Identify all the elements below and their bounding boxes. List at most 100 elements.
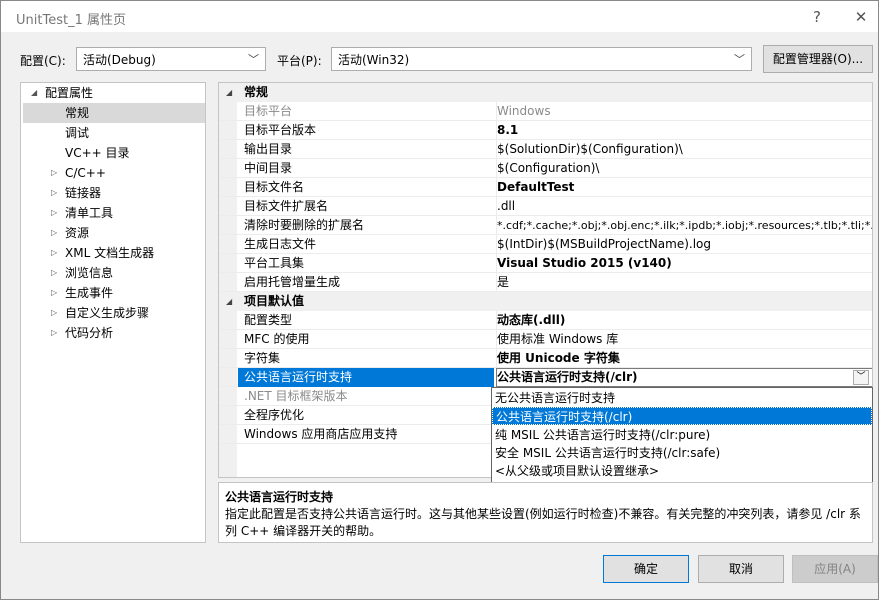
config-select-value: 活动(Debug) xyxy=(83,53,156,67)
apply-button[interactable]: 应用(A) xyxy=(792,555,878,583)
platform-select[interactable]: 活动(Win32) ﹀ xyxy=(331,47,752,71)
dropdown-option-selected[interactable]: 公共语言运行时支持(/clr) xyxy=(492,407,872,425)
property-pages-dialog: UnitTest_1 属性页 ? ✕ 配置(C): 活动(Debug) ﹀ 平台… xyxy=(0,0,879,600)
property-row[interactable]: MFC 的使用 使用标准 Windows 库 xyxy=(219,330,872,349)
property-name: .NET 目标框架版本 xyxy=(244,389,348,403)
collapsed-triangle-icon[interactable]: ▷ xyxy=(51,203,57,223)
collapsed-triangle-icon[interactable]: ▷ xyxy=(51,223,57,243)
background-editor-right xyxy=(877,0,892,600)
property-row[interactable]: 目标平台版本 8.1 xyxy=(219,121,872,140)
tree-item-label: XML 文档生成器 xyxy=(65,246,155,260)
dropdown-option[interactable]: <从父级或项目默认设置继承> xyxy=(492,462,872,480)
tree-item-label: VC++ 目录 xyxy=(65,146,130,160)
tree-item-label: 常规 xyxy=(65,106,90,120)
property-row[interactable]: 配置类型 动态库(.dll) xyxy=(219,311,872,330)
config-select[interactable]: 活动(Debug) ﹀ xyxy=(76,47,266,71)
property-row[interactable]: 目标文件名 DefaultTest xyxy=(219,178,872,197)
category-general[interactable]: ◢ 常规 xyxy=(219,83,872,102)
tree-item-custom-build-step[interactable]: ▷ 自定义生成步骤 xyxy=(21,303,205,323)
property-row[interactable]: 清除时要删除的扩展名 *.cdf;*.cache;*.obj;*.obj.enc… xyxy=(219,216,872,235)
close-button[interactable]: ✕ xyxy=(847,5,875,29)
property-value: 8.1 xyxy=(496,121,872,140)
window-title: UnitTest_1 属性页 xyxy=(16,13,126,28)
clr-support-select[interactable]: 公共语言运行时支持(/clr) ﹀ xyxy=(496,368,872,387)
collapsed-triangle-icon[interactable]: ▷ xyxy=(51,283,57,303)
property-name: 平台工具集 xyxy=(244,256,305,270)
tree-item-code-analysis[interactable]: ▷ 代码分析 xyxy=(21,323,205,343)
property-name: MFC 的使用 xyxy=(244,332,310,346)
collapsed-triangle-icon[interactable]: ▷ xyxy=(51,263,57,283)
tree-item-debugging[interactable]: 调试 xyxy=(21,123,205,143)
property-name: Windows 应用商店应用支持 xyxy=(244,427,398,441)
property-value: DefaultTest xyxy=(496,178,872,197)
tree-item-linker[interactable]: ▷ 链接器 xyxy=(21,183,205,203)
property-row[interactable]: 中间目录 $(Configuration)\ xyxy=(219,159,872,178)
chevron-down-icon[interactable]: ﹀ xyxy=(853,370,869,385)
platform-select-value: 活动(Win32) xyxy=(338,53,410,67)
expanded-triangle-icon: ◢ xyxy=(31,88,38,97)
category-label: 常规 xyxy=(244,85,269,99)
property-value: .dll xyxy=(496,197,872,216)
title-bar: UnitTest_1 属性页 ? ✕ xyxy=(1,1,878,32)
tree-item-vc-directories[interactable]: VC++ 目录 xyxy=(21,143,205,163)
property-name: 目标文件名 xyxy=(244,180,305,194)
tree-item-build-events[interactable]: ▷ 生成事件 xyxy=(21,283,205,303)
cancel-button[interactable]: 取消 xyxy=(698,555,784,583)
property-tree: ◢ 配置属性 常规 调试 VC++ 目录 ▷ C/C++ ▷ 链接器 ▷ 清单工… xyxy=(20,82,206,543)
collapsed-triangle-icon[interactable]: ▷ xyxy=(51,323,57,343)
tree-item-resources[interactable]: ▷ 资源 xyxy=(21,223,205,243)
tree-item-browse-info[interactable]: ▷ 浏览信息 xyxy=(21,263,205,283)
property-row[interactable]: 字符集 使用 Unicode 字符集 xyxy=(219,349,872,368)
tree-item-root[interactable]: ◢ 配置属性 xyxy=(21,83,205,103)
description-body: 指定此配置是否支持公共语言运行时。这与其他某些设置(例如运行时检查)不兼容。有关… xyxy=(225,507,861,538)
property-name: 输出目录 xyxy=(244,142,293,156)
tree-item-xml-doc-generator[interactable]: ▷ XML 文档生成器 xyxy=(21,243,205,263)
property-row[interactable]: 目标平台 Windows xyxy=(219,102,872,121)
collapsed-triangle-icon[interactable]: ▷ xyxy=(51,243,57,263)
description-title: 公共语言运行时支持 xyxy=(225,490,334,504)
tree-item-label: 生成事件 xyxy=(65,286,114,300)
property-name: 字符集 xyxy=(244,351,281,365)
property-row-selected[interactable]: 公共语言运行时支持 公共语言运行时支持(/clr) ﹀ xyxy=(219,368,872,387)
collapsed-triangle-icon[interactable]: ▷ xyxy=(51,303,57,323)
clr-support-value: 公共语言运行时支持(/clr) xyxy=(497,370,638,384)
ok-button[interactable]: 确定 xyxy=(603,555,689,583)
tree-item-c-cpp[interactable]: ▷ C/C++ xyxy=(21,163,205,183)
dropdown-option[interactable]: 无公共语言运行时支持 xyxy=(492,389,872,407)
property-name: 公共语言运行时支持 xyxy=(238,368,494,387)
collapsed-triangle-icon[interactable]: ▷ xyxy=(51,183,57,203)
config-manager-button[interactable]: 配置管理器(O)... xyxy=(763,45,873,73)
property-row[interactable]: 目标文件扩展名 .dll xyxy=(219,197,872,216)
property-value: Visual Studio 2015 (v140) xyxy=(496,254,872,273)
dropdown-option[interactable]: 安全 MSIL 公共语言运行时支持(/clr:safe) xyxy=(492,444,872,462)
property-name: 目标文件扩展名 xyxy=(244,199,329,213)
category-label: 项目默认值 xyxy=(244,294,305,308)
property-value: 是 xyxy=(496,273,872,292)
tree-item-general[interactable]: 常规 xyxy=(23,103,205,123)
property-row[interactable]: 生成日志文件 $(IntDir)$(MSBuildProjectName).lo… xyxy=(219,235,872,254)
dropdown-option[interactable]: 纯 MSIL 公共语言运行时支持(/clr:pure) xyxy=(492,426,872,444)
property-row[interactable]: 输出目录 $(SolutionDir)$(Configuration)\ xyxy=(219,140,872,159)
expanded-triangle-icon[interactable]: ◢ xyxy=(226,83,232,102)
tree-item-label: 配置属性 xyxy=(45,86,94,100)
chevron-down-icon: ﹀ xyxy=(248,53,259,66)
property-value: 动态库(.dll) xyxy=(496,311,872,330)
config-label: 配置(C): xyxy=(20,54,66,68)
description-panel: 公共语言运行时支持 指定此配置是否支持公共语言运行时。这与其他某些设置(例如运行… xyxy=(218,482,873,543)
tree-item-label: 清单工具 xyxy=(65,206,114,220)
property-name: 配置类型 xyxy=(244,313,293,327)
collapsed-triangle-icon[interactable]: ▷ xyxy=(51,163,57,183)
chevron-down-icon: ﹀ xyxy=(734,53,745,66)
tree-item-label: 资源 xyxy=(65,226,90,240)
property-row[interactable]: 平台工具集 Visual Studio 2015 (v140) xyxy=(219,254,872,273)
category-project-defaults[interactable]: ◢ 项目默认值 xyxy=(219,292,872,311)
help-button[interactable]: ? xyxy=(803,5,831,29)
tree-item-label: C/C++ xyxy=(65,166,106,180)
property-name: 清除时要删除的扩展名 xyxy=(244,218,365,232)
property-value: *.cdf;*.cache;*.obj;*.obj.enc;*.ilk;*.ip… xyxy=(496,216,872,235)
property-row[interactable]: 启用托管增量生成 是 xyxy=(219,273,872,292)
tree-item-label: 代码分析 xyxy=(65,326,114,340)
property-value: 使用标准 Windows 库 xyxy=(496,330,872,349)
tree-item-manifest-tool[interactable]: ▷ 清单工具 xyxy=(21,203,205,223)
expanded-triangle-icon[interactable]: ◢ xyxy=(226,292,232,311)
